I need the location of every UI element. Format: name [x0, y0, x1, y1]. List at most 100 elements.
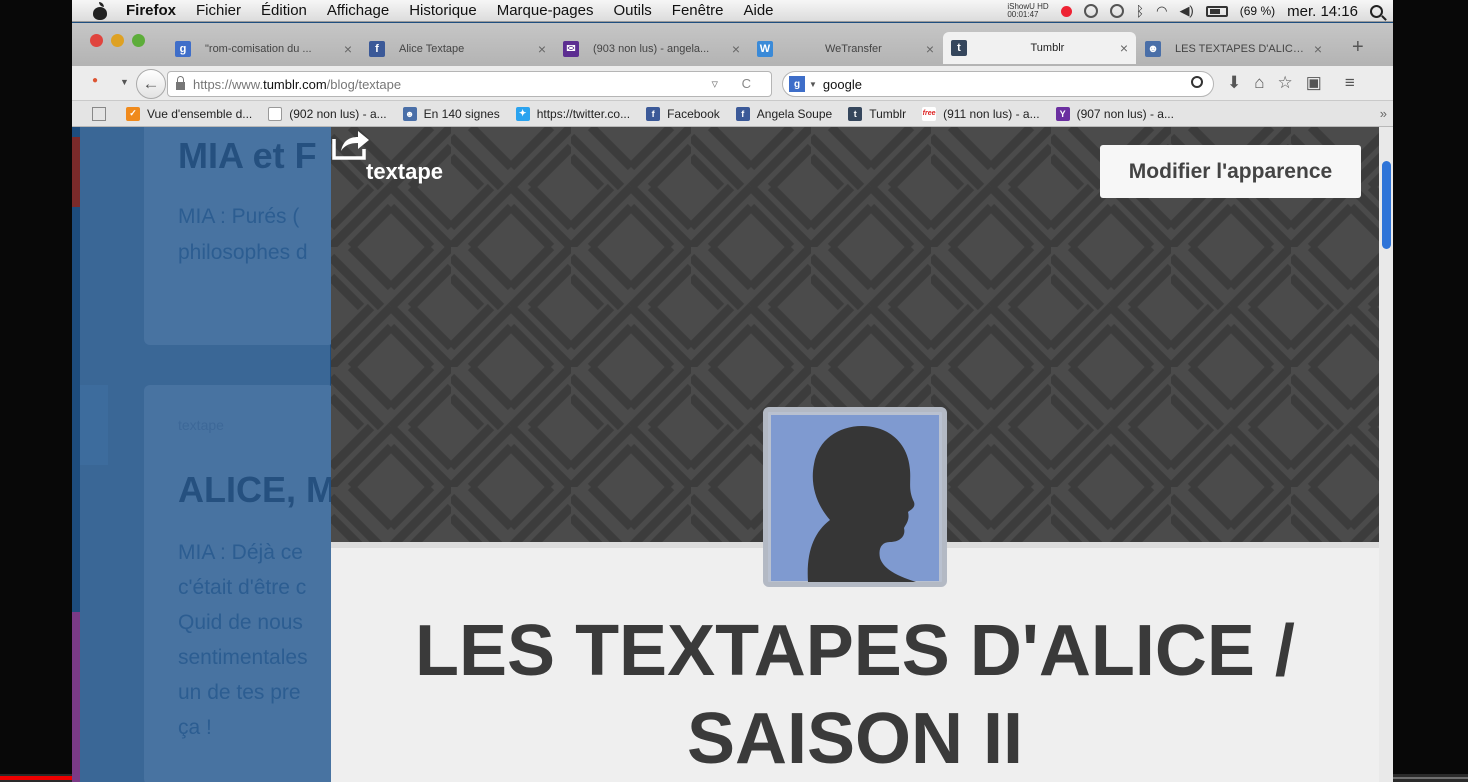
window-zoom-button[interactable]: [132, 34, 145, 47]
window-minimize-button[interactable]: [111, 34, 124, 47]
post-text: Quid de nous: [178, 611, 303, 634]
history-dropdown-icon[interactable]: ●: [92, 75, 98, 86]
download-icon[interactable]: ⬇: [1227, 73, 1241, 93]
post-text: philosophes d: [178, 241, 308, 264]
facebook-icon: f: [735, 106, 750, 121]
menu-edition[interactable]: Édition: [261, 2, 307, 19]
bookmark-item[interactable]: f Facebook: [646, 106, 720, 121]
video-progress-played: [0, 776, 72, 780]
bookmark-item[interactable]: ☻ En 140 signes: [402, 106, 500, 121]
video-letterbox-right: [1393, 0, 1468, 782]
sync-icon[interactable]: [1083, 4, 1098, 18]
ishowu-time: 00:01:47: [1007, 10, 1039, 19]
clipboard-icon[interactable]: ▣: [1306, 73, 1322, 93]
apple-icon[interactable]: [92, 1, 108, 20]
tab-close-icon[interactable]: ×: [538, 41, 546, 57]
volume-icon[interactable]: ◀): [1179, 3, 1193, 19]
tab-close-icon[interactable]: ×: [1120, 40, 1128, 56]
customize-appearance-button[interactable]: Modifier l'apparence: [1100, 145, 1361, 198]
search-icon[interactable]: [1191, 76, 1203, 88]
search-bar[interactable]: g ▼ google: [782, 71, 1214, 97]
tab-yahoo-mail[interactable]: ✉ (903 non lus) - angela... ×: [555, 34, 748, 63]
search-input[interactable]: google: [823, 77, 862, 92]
profile-bust-icon: ☻: [402, 106, 417, 121]
google-engine-icon[interactable]: g: [789, 76, 805, 92]
battery-icon[interactable]: [1205, 5, 1228, 17]
bookmark-label: Facebook: [667, 106, 720, 121]
tab-alice-textape[interactable]: f Alice Textape ×: [361, 34, 554, 63]
url-bar[interactable]: https://www. tumblr.com/blog/textape ▿ C: [167, 71, 772, 97]
lock-icon: [176, 75, 185, 90]
tab-close-icon[interactable]: ×: [926, 41, 934, 57]
share-icon[interactable]: [331, 127, 371, 161]
reload-icon[interactable]: ▿ C: [711, 76, 761, 92]
chevron-double-right-icon[interactable]: »: [1380, 106, 1387, 121]
bookmark-label: (907 non lus) - a...: [1076, 106, 1174, 121]
blog-name[interactable]: textape: [366, 159, 443, 185]
menu-fenetre[interactable]: Fenêtre: [672, 2, 724, 19]
post-text: un de tes pre: [178, 681, 301, 704]
menu-affichage[interactable]: Affichage: [327, 2, 389, 19]
tab-close-icon[interactable]: ×: [732, 41, 740, 57]
post-title: ALICE, M: [178, 469, 336, 510]
mac-menubar: Firefox Fichier Édition Affichage Histor…: [72, 0, 1393, 22]
menubar-clock[interactable]: mer. 14:16: [1287, 3, 1358, 20]
bookmarks-sidebar-icon[interactable]: [92, 106, 106, 121]
tab-close-icon[interactable]: ×: [1314, 41, 1322, 57]
menu-icon[interactable]: ≡: [1345, 73, 1355, 93]
tab-close-icon[interactable]: ×: [344, 41, 352, 57]
menu-historique[interactable]: Historique: [409, 2, 477, 19]
vertical-scrollbar[interactable]: [1379, 127, 1393, 782]
ishowu-indicator[interactable]: iShowU HD 00:01:47: [1007, 3, 1048, 19]
chevron-down-icon[interactable]: ▼: [809, 80, 817, 89]
tab-google-search[interactable]: g "rom-comisation du ... ×: [167, 34, 360, 63]
menubar-status-area: iShowU HD 00:01:47 ᛒ ◠ ◀) (69 %) mer. 14…: [1007, 0, 1383, 22]
menu-marque-pages[interactable]: Marque-pages: [497, 2, 594, 19]
url-path: /blog/textape: [326, 76, 402, 92]
bookmark-item[interactable]: free (911 non lus) - a...: [922, 106, 1040, 121]
analytics-icon: ✓: [126, 106, 140, 121]
chevron-down-icon[interactable]: ▼: [120, 77, 129, 87]
spotlight-search-icon[interactable]: [1370, 4, 1383, 18]
bookmarks-bar: ✓ Vue d'ensemble d... (902 non lus) - a..…: [72, 101, 1393, 127]
firefox-tab-bar: g "rom-comisation du ... × f Alice Texta…: [72, 23, 1393, 66]
bookmark-item[interactable]: Y (907 non lus) - a...: [1055, 106, 1174, 121]
bookmark-item[interactable]: (902 non lus) - a...: [268, 106, 387, 121]
window-close-button[interactable]: [90, 34, 103, 47]
scrollbar-thumb[interactable]: [1382, 161, 1391, 249]
menu-fichier[interactable]: Fichier: [196, 2, 241, 19]
bluetooth-icon[interactable]: ᛒ: [1136, 3, 1144, 19]
bookmark-item[interactable]: ✦ https://twitter.co...: [515, 106, 631, 121]
bookmark-item[interactable]: ✓ Vue d'ensemble d...: [126, 106, 252, 121]
tab-les-textapes[interactable]: ☻ LES TEXTAPES D'ALICE... ×: [1137, 34, 1330, 63]
record-icon[interactable]: [1060, 5, 1072, 17]
home-icon[interactable]: ⌂: [1254, 73, 1264, 93]
time-machine-icon[interactable]: [1109, 4, 1124, 18]
avatar[interactable]: [763, 407, 947, 587]
url-prefix: https://www.: [193, 76, 264, 92]
background-edge: [72, 612, 80, 782]
tab-title: (903 non lus) - angela...: [593, 42, 710, 55]
blog-title: LES TEXTAPES D'ALICE / SAISON II: [331, 607, 1379, 782]
bookmark-label: (911 non lus) - a...: [943, 106, 1040, 121]
wifi-icon[interactable]: ◠: [1156, 3, 1167, 19]
new-tab-plus-icon[interactable]: +: [1352, 36, 1364, 59]
menu-aide[interactable]: Aide: [744, 2, 774, 19]
tab-wetransfer[interactable]: W WeTransfer ×: [749, 34, 942, 63]
bookmark-label: En 140 signes: [423, 106, 500, 121]
bookmark-star-icon[interactable]: ☆: [1278, 73, 1293, 93]
blank-page-icon: [268, 106, 283, 121]
back-button[interactable]: ←: [136, 69, 166, 99]
menu-outils[interactable]: Outils: [613, 2, 651, 19]
post-title: MIA et F: [178, 135, 317, 176]
bookmark-item[interactable]: f Angela Soupe: [735, 106, 832, 121]
bookmark-item[interactable]: t Tumblr: [848, 106, 906, 121]
bookmark-label: (902 non lus) - a...: [289, 106, 387, 121]
nav-toolbar-icons: ⬇ ⌂ ☆ ▣ ≡: [1227, 73, 1355, 93]
menu-app-firefox[interactable]: Firefox: [126, 2, 176, 19]
tab-tumblr[interactable]: t Tumblr ×: [943, 32, 1136, 64]
default-avatar-silhouette-icon: [807, 426, 916, 582]
bookmark-label: https://twitter.co...: [536, 106, 631, 121]
post-text: MIA : Déjà ce: [178, 541, 303, 564]
dashboard-avatar-tab: [80, 385, 108, 465]
